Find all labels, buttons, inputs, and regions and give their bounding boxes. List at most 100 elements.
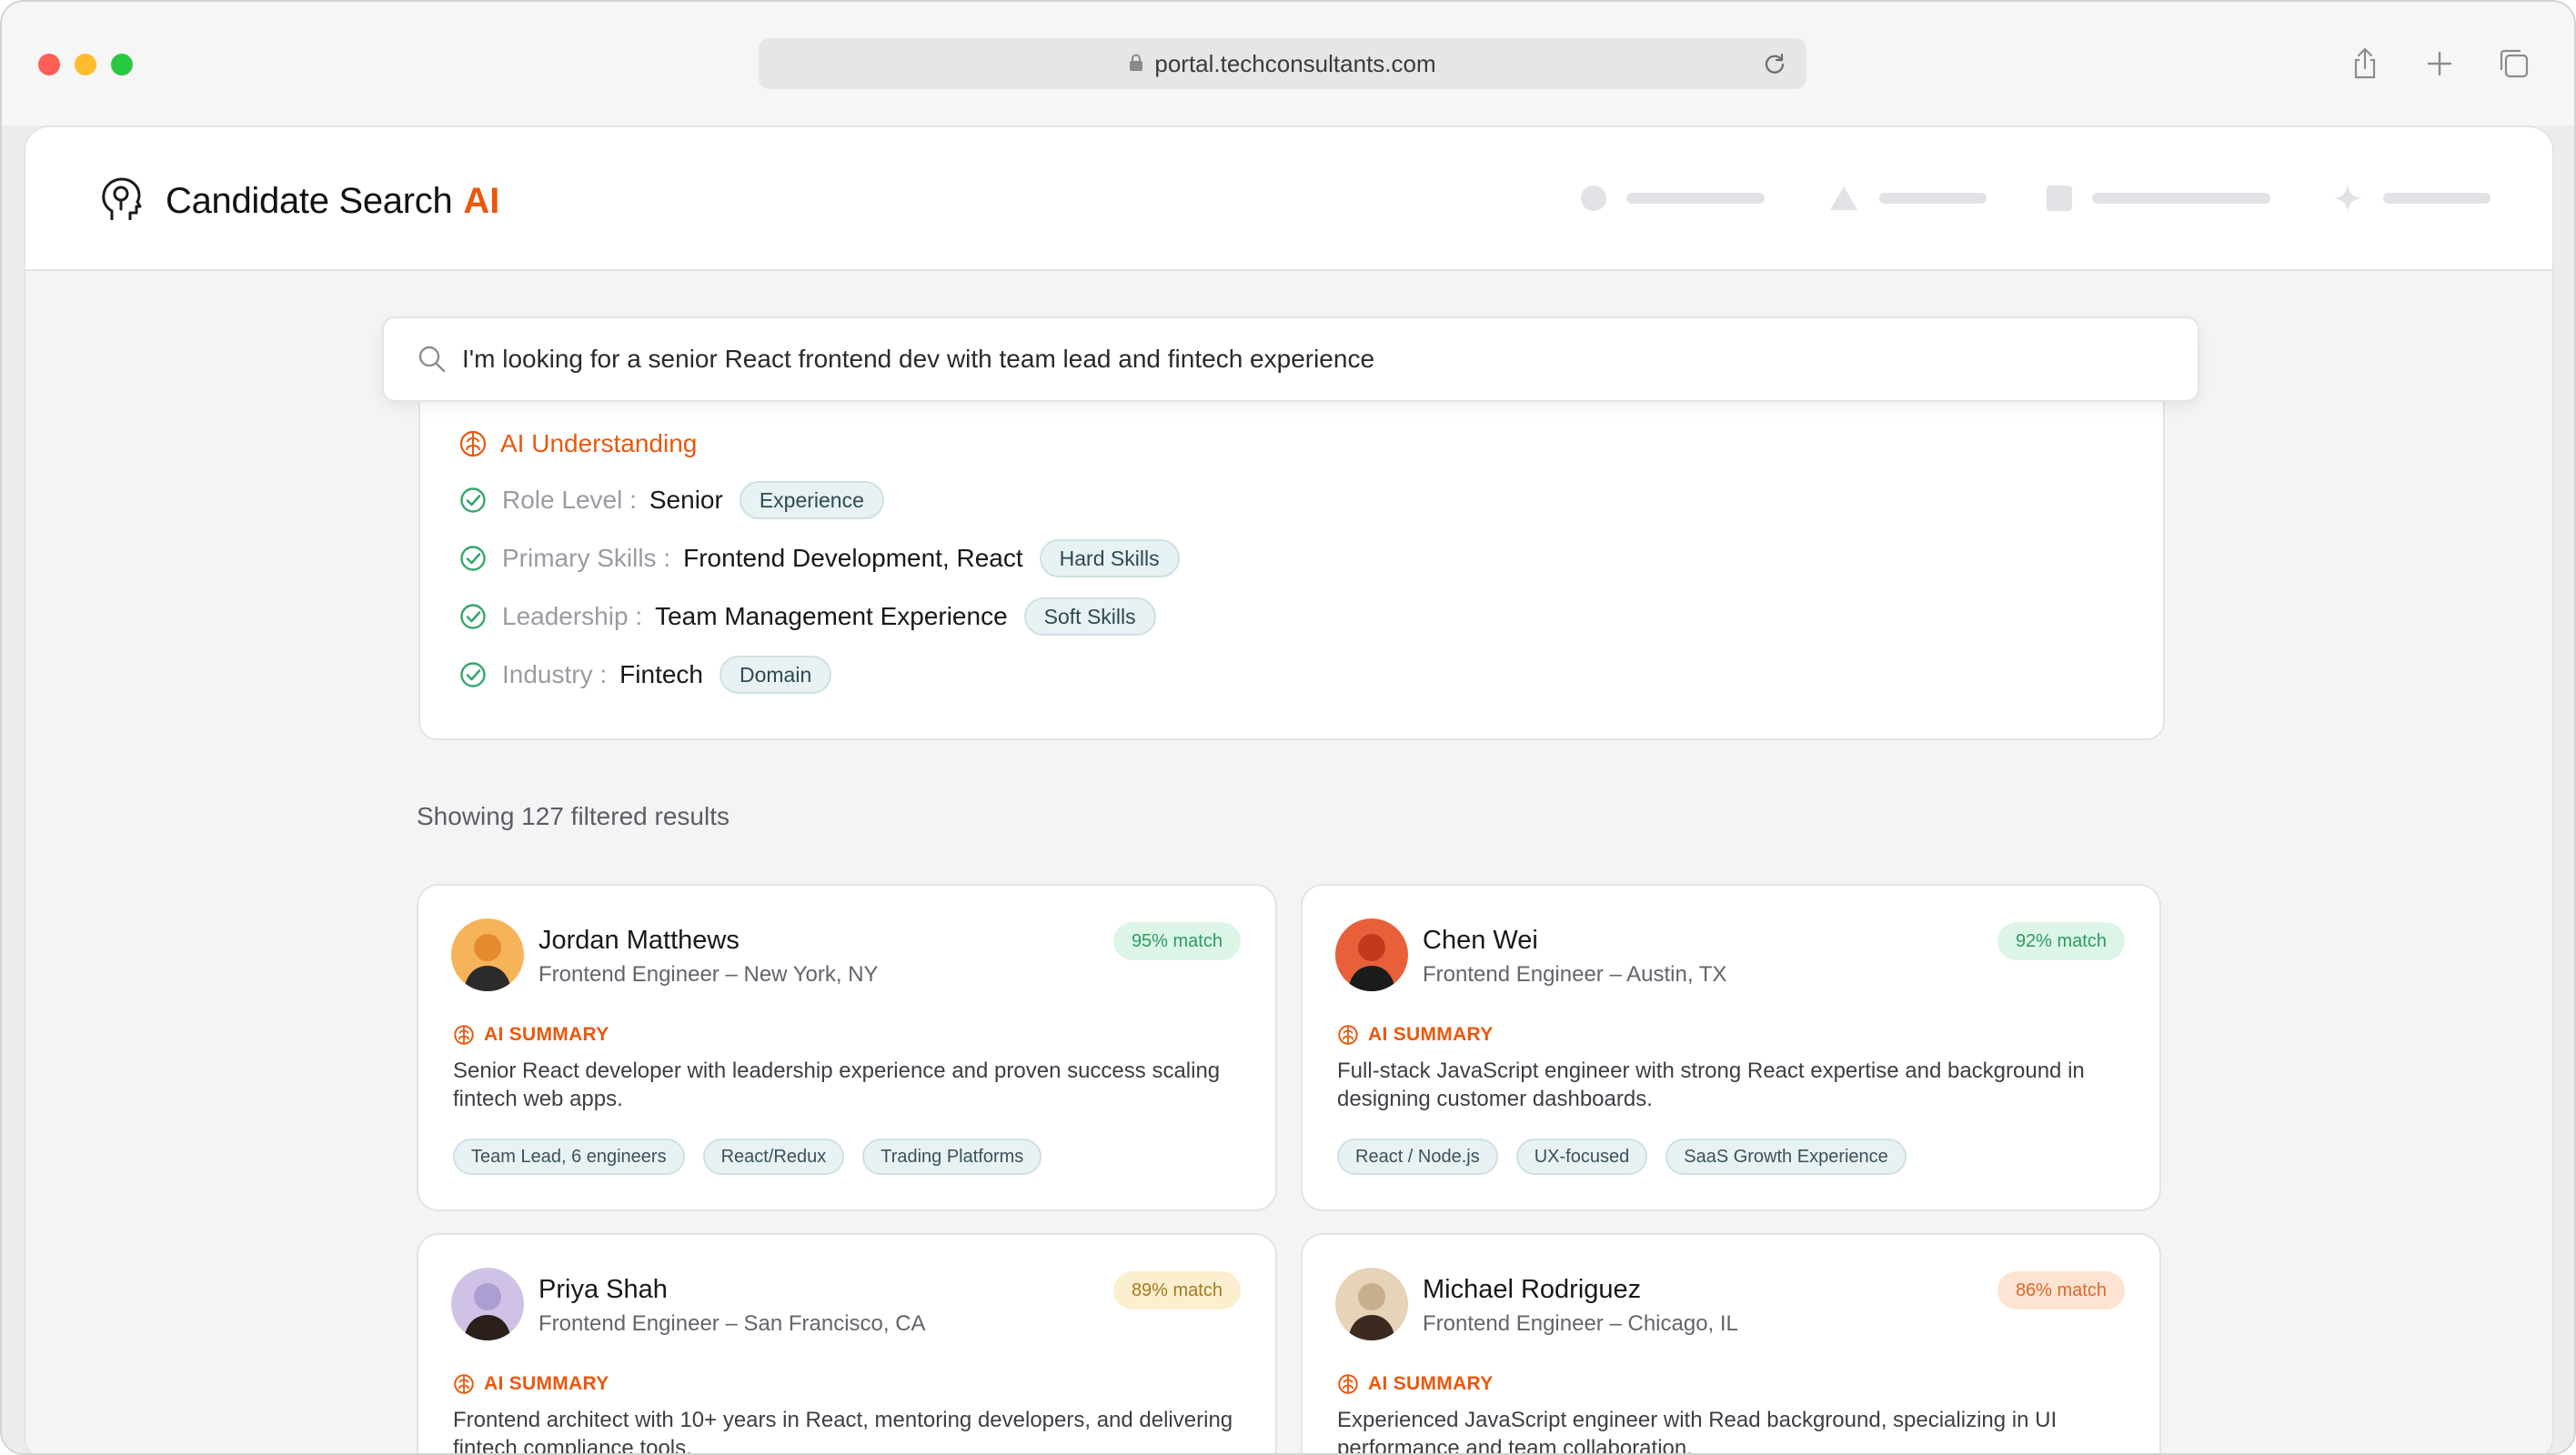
search-icon <box>418 346 446 373</box>
check-circle-icon <box>460 604 486 629</box>
understanding-key: Industry : <box>502 660 608 688</box>
understanding-value: Frontend Development, React <box>683 544 1023 572</box>
ai-understanding-header: AI Understanding <box>458 429 697 458</box>
ai-summary-header: AI SUMMARY <box>453 1373 609 1395</box>
match-badge: 86% match <box>1997 1271 2125 1310</box>
candidate-avatar[interactable] <box>451 1268 524 1340</box>
results-count: Showing 127 filtered results <box>417 802 730 830</box>
understanding-value: Fintech <box>619 660 703 688</box>
understanding-row: Industry : Fintech Domain <box>458 655 832 695</box>
understanding-tag[interactable]: Experience <box>739 481 884 519</box>
ai-summary-label: AI SUMMARY <box>1368 1373 1494 1394</box>
head-logo-icon <box>102 177 142 220</box>
close-window-button[interactable] <box>38 54 60 75</box>
match-badge: 92% match <box>1997 922 2125 960</box>
brain-icon <box>1338 1025 1358 1045</box>
candidate-role: Frontend Engineer – New York, NY <box>538 962 879 987</box>
nav-placeholder-label <box>2383 193 2490 204</box>
candidate-card[interactable]: Jordan Matthews Frontend Engineer – New Y… <box>417 884 1277 1211</box>
brain-icon <box>1338 1374 1358 1394</box>
check-circle-icon <box>460 487 486 513</box>
candidate-avatar[interactable] <box>451 918 524 991</box>
app-title-accent: AI <box>463 180 500 221</box>
search-query-text[interactable]: I'm looking for a senior React frontend … <box>462 345 1374 374</box>
understanding-value: Senior <box>649 486 723 514</box>
lock-icon <box>1130 54 1143 71</box>
understanding-key: Primary Skills : <box>502 544 671 572</box>
brain-icon <box>454 1025 474 1045</box>
ai-summary-label: AI SUMMARY <box>484 1373 609 1394</box>
brand[interactable]: Candidate Search AI <box>100 176 499 226</box>
nav-placeholder-label <box>2092 193 2270 204</box>
ai-summary-label: AI SUMMARY <box>484 1024 609 1045</box>
reload-icon[interactable] <box>1763 52 1786 75</box>
nav-item-3[interactable] <box>2047 182 2270 215</box>
candidate-role: Frontend Engineer – Chicago, IL <box>1423 1311 1738 1336</box>
sparkle-icon <box>2333 184 2362 213</box>
candidate-card[interactable]: Priya Shah Frontend Engineer – San Franci… <box>417 1233 1277 1455</box>
nav-item-1[interactable] <box>1581 182 1765 215</box>
search-bar[interactable]: I'm looking for a senior React frontend … <box>382 316 2199 402</box>
candidate-role: Frontend Engineer – San Francisco, CA <box>538 1311 926 1336</box>
candidate-summary: Frontend architect with 10+ years in Rea… <box>453 1408 1233 1455</box>
ai-summary-header: AI SUMMARY <box>1337 1024 1494 1046</box>
candidate-card[interactable]: Chen Wei Frontend Engineer – Austin, TX 92… <box>1301 884 2161 1211</box>
candidate-tag[interactable]: SaaS Growth Experience <box>1665 1139 1907 1175</box>
candidate-summary: Full-stack JavaScript engineer with stro… <box>1337 1059 2085 1111</box>
app-title: Candidate Search <box>166 180 453 221</box>
nav-item-4[interactable] <box>2332 182 2490 215</box>
candidate-tags: Team Lead, 6 engineers React/Redux Trading… <box>453 1139 1060 1175</box>
candidate-summary: Experienced JavaScript engineer with Rea… <box>1337 1408 2058 1455</box>
zoom-window-button[interactable] <box>111 54 133 75</box>
candidate-name[interactable]: Jordan Matthews <box>538 926 740 956</box>
ai-understanding-title: AI Understanding <box>500 429 698 457</box>
candidate-name[interactable]: Priya Shah <box>538 1275 668 1305</box>
check-circle-icon <box>460 662 486 687</box>
ai-summary-header: AI SUMMARY <box>453 1024 609 1046</box>
tab-overview-icon[interactable] <box>2496 45 2532 82</box>
circle-icon <box>1581 186 1606 211</box>
app-header: Candidate Search AI <box>25 127 2552 271</box>
ai-summary-header: AI SUMMARY <box>1337 1373 1494 1395</box>
understanding-tag[interactable]: Soft Skills <box>1023 597 1156 636</box>
new-tab-icon[interactable] <box>2421 45 2458 82</box>
square-icon <box>2047 186 2072 211</box>
triangle-icon <box>1830 186 1857 210</box>
understanding-value: Team Management Experience <box>655 602 1008 630</box>
candidate-tags: React / Node.js UX-focused SaaS Growth Exp… <box>1337 1139 1925 1175</box>
candidate-role: Frontend Engineer – Austin, TX <box>1423 962 1727 987</box>
ai-summary-label: AI SUMMARY <box>1368 1024 1494 1045</box>
candidate-tag[interactable]: React / Node.js <box>1337 1139 1498 1175</box>
understanding-row: Primary Skills : Frontend Development, Re… <box>458 538 1180 578</box>
understanding-row: Role Level : Senior Experience <box>458 480 884 520</box>
brain-icon <box>459 430 487 457</box>
candidate-avatar[interactable] <box>1335 1268 1408 1340</box>
candidate-name[interactable]: Michael Rodriguez <box>1423 1275 1641 1305</box>
candidate-tag[interactable]: Trading Platforms <box>862 1139 1042 1175</box>
browser-window: portal.techconsultants.com Candidate Sea… <box>0 0 2576 1455</box>
share-icon[interactable] <box>2347 45 2383 82</box>
understanding-key: Role Level : <box>502 486 637 514</box>
nav-item-2[interactable] <box>1828 182 1987 215</box>
understanding-tag[interactable]: Hard Skills <box>1039 539 1180 577</box>
candidate-summary: Senior React developer with leadership e… <box>453 1059 1221 1111</box>
app-container: Candidate Search AI AI Understanding Rol… <box>24 125 2554 1455</box>
understanding-tag[interactable]: Domain <box>719 656 832 694</box>
browser-titlebar: portal.techconsultants.com <box>2 2 2574 125</box>
candidate-tag[interactable]: Team Lead, 6 engineers <box>453 1139 685 1175</box>
minimize-window-button[interactable] <box>75 54 96 75</box>
url-text: portal.techconsultants.com <box>1154 49 1436 77</box>
candidate-avatar[interactable] <box>1335 918 1408 991</box>
candidate-tag[interactable]: UX-focused <box>1515 1139 1648 1175</box>
candidate-tag[interactable]: React/Redux <box>702 1139 845 1175</box>
nav-placeholder-label <box>1626 193 1765 204</box>
nav-placeholder-label <box>1879 193 1987 204</box>
ai-understanding-panel: AI Understanding Role Level : Senior Exper… <box>418 402 2165 740</box>
brain-icon <box>454 1374 474 1394</box>
match-badge: 95% match <box>1112 922 1241 960</box>
candidate-name[interactable]: Chen Wei <box>1423 926 1538 956</box>
understanding-key: Leadership : <box>502 602 643 630</box>
candidate-card[interactable]: Michael Rodriguez Frontend Engineer – Chi… <box>1301 1233 2161 1455</box>
address-bar[interactable]: portal.techconsultants.com <box>759 38 1806 89</box>
understanding-row: Leadership : Team Management Experience So… <box>458 597 1156 637</box>
